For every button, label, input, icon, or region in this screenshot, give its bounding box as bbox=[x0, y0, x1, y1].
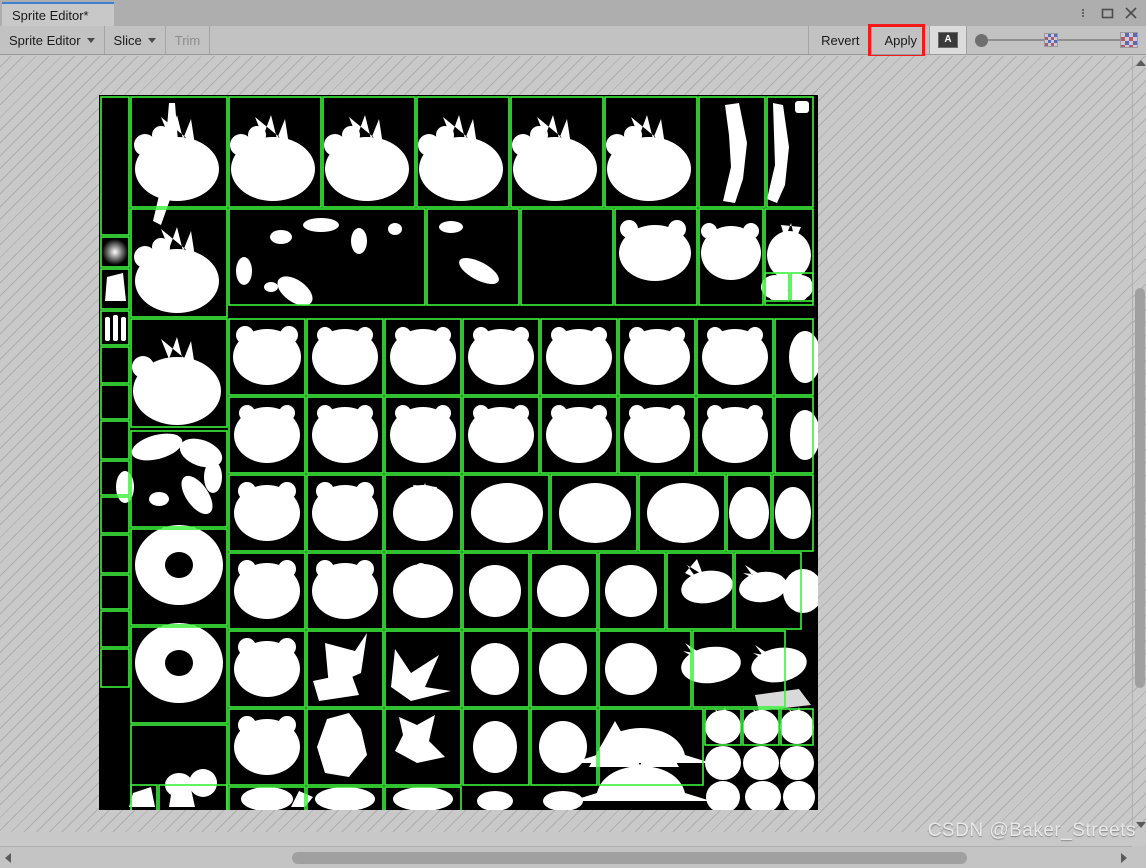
checker-large-icon[interactable] bbox=[1120, 32, 1138, 48]
zoom-track-right[interactable] bbox=[1058, 39, 1120, 41]
zoom-slider-group[interactable] bbox=[967, 26, 1146, 54]
kebab-menu-icon[interactable] bbox=[1072, 2, 1094, 24]
apply-button[interactable]: Apply bbox=[868, 24, 930, 58]
scroll-right-arrow-icon[interactable] bbox=[1121, 853, 1127, 863]
sprite-editor-dropdown-label: Sprite Editor bbox=[9, 32, 81, 48]
alpha-toggle-label: A bbox=[944, 34, 952, 45]
scrollbar-corner bbox=[1132, 846, 1146, 868]
chevron-down-icon bbox=[147, 37, 156, 43]
chevron-down-icon bbox=[86, 37, 95, 43]
horizontal-scroll-thumb[interactable] bbox=[292, 852, 967, 864]
sprite-editor-window: Sprite Editor* Sprite Editor Slice Trim … bbox=[0, 0, 1146, 868]
maximize-glyph bbox=[1101, 8, 1113, 18]
scroll-down-arrow-icon[interactable] bbox=[1136, 822, 1146, 828]
apply-label: Apply bbox=[884, 32, 917, 48]
close-glyph bbox=[1125, 7, 1137, 19]
horizontal-scrollbar[interactable] bbox=[0, 846, 1132, 868]
sprite-canvas[interactable] bbox=[0, 56, 1132, 832]
toolbar: Sprite Editor Slice Trim Revert Apply A bbox=[0, 24, 1146, 58]
sprite-editor-dropdown[interactable]: Sprite Editor bbox=[0, 26, 105, 54]
vertical-scroll-thumb[interactable] bbox=[1135, 288, 1145, 688]
trim-label: Trim bbox=[174, 32, 201, 48]
alpha-channel-icon: A bbox=[938, 32, 958, 48]
sprite-sheet-graphic bbox=[99, 95, 818, 810]
revert-button[interactable]: Revert bbox=[809, 26, 873, 54]
tab-sprite-editor[interactable]: Sprite Editor* bbox=[2, 2, 114, 26]
slice-dropdown-label: Slice bbox=[113, 32, 142, 48]
vertical-scrollbar[interactable] bbox=[1132, 56, 1146, 832]
window-controls bbox=[1072, 0, 1142, 26]
sprite-sheet[interactable] bbox=[99, 95, 818, 810]
title-bar: Sprite Editor* bbox=[0, 0, 1146, 26]
scroll-up-arrow-icon[interactable] bbox=[1136, 60, 1146, 66]
maximize-icon[interactable] bbox=[1096, 2, 1118, 24]
trim-button: Trim bbox=[165, 26, 211, 54]
zoom-track-left[interactable] bbox=[988, 39, 1044, 41]
slice-dropdown[interactable]: Slice bbox=[104, 26, 166, 54]
revert-label: Revert bbox=[821, 32, 860, 48]
close-icon[interactable] bbox=[1120, 2, 1142, 24]
zoom-slider-handle[interactable] bbox=[975, 33, 988, 47]
alpha-toggle-button[interactable]: A bbox=[930, 26, 967, 54]
scroll-left-arrow-icon[interactable] bbox=[5, 853, 11, 863]
checker-small-icon[interactable] bbox=[1044, 33, 1058, 47]
tab-label: Sprite Editor* bbox=[12, 7, 89, 23]
toolbar-spacer bbox=[210, 26, 810, 54]
